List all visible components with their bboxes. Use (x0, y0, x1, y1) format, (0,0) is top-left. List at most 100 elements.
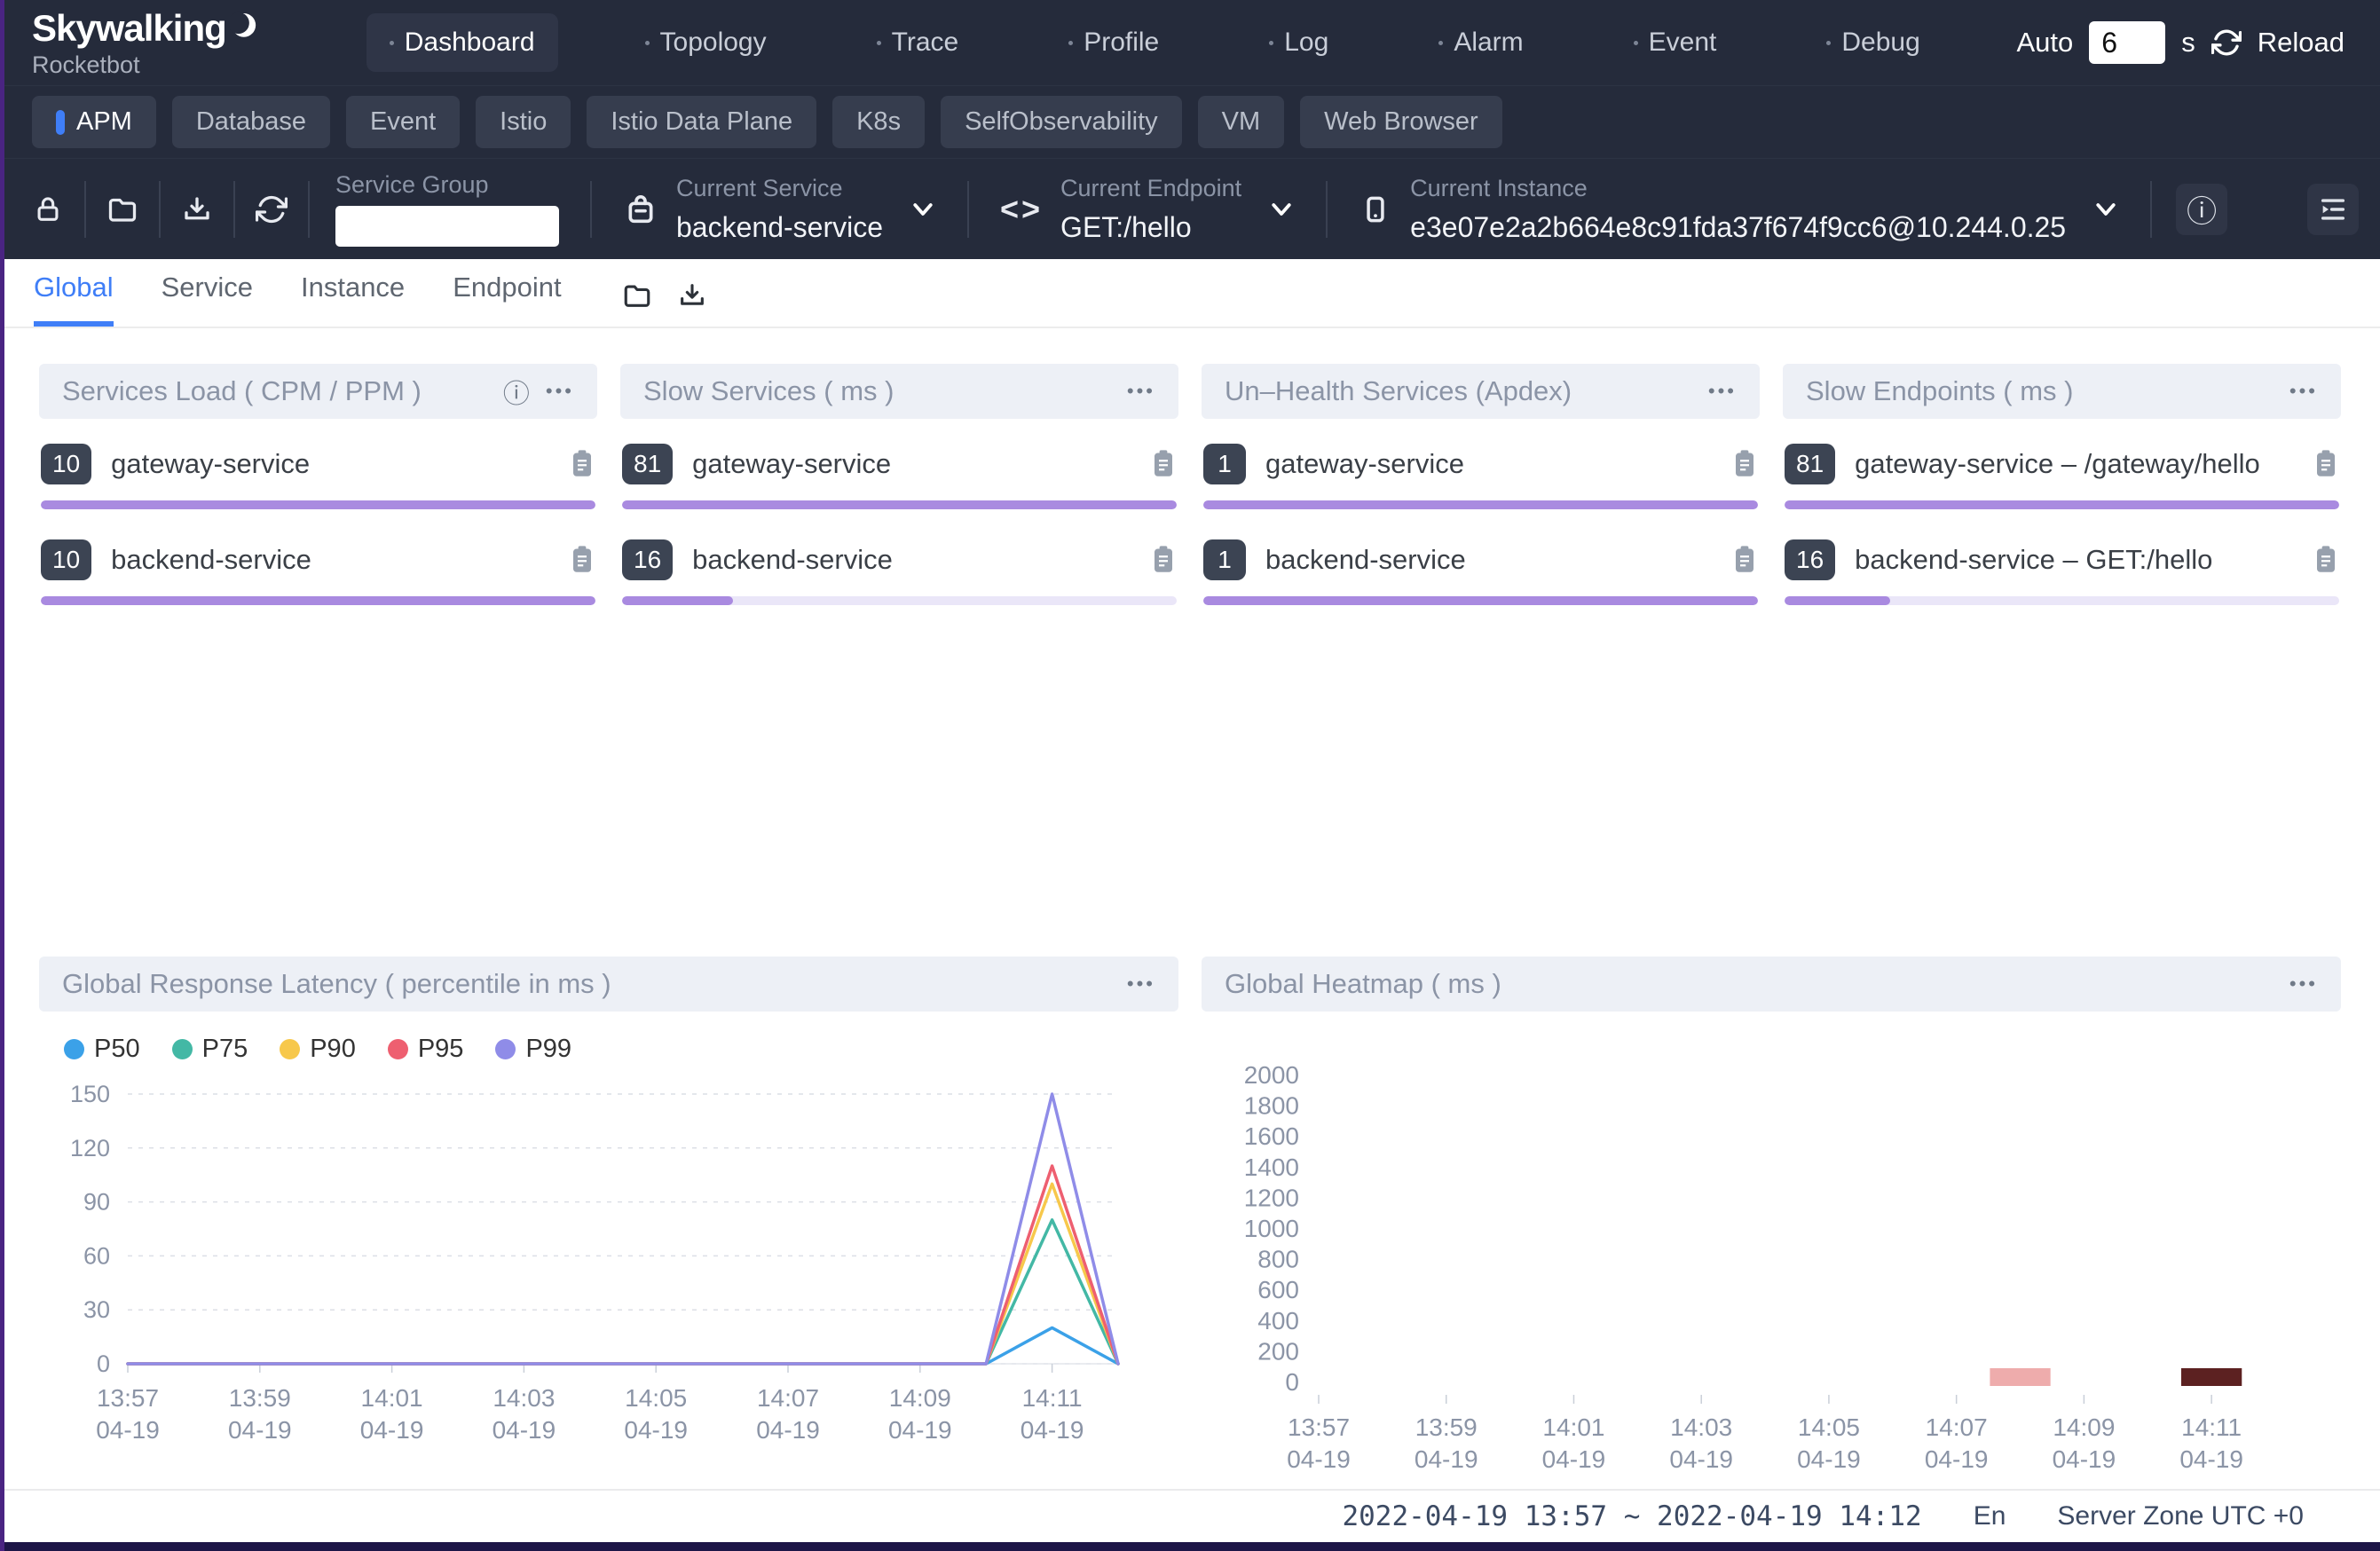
nav-item-alarm[interactable]: Alarm (1415, 13, 1546, 72)
copy-icon[interactable] (1731, 544, 1758, 576)
more-menu-icon[interactable]: ••• (2289, 972, 2318, 996)
metric-row[interactable]: 10 gateway-service (41, 444, 595, 509)
nav-dot (1068, 41, 1073, 45)
tab-istio-data-plane[interactable]: Istio Data Plane (587, 96, 816, 148)
metric-row[interactable]: 81 gateway-service – /gateway/hello (1785, 444, 2339, 509)
current-instance-label: Current Instance (1410, 175, 2066, 202)
divider (84, 181, 86, 238)
metric-row[interactable]: 1 backend-service (1203, 539, 1758, 605)
service-group-label: Service Group (335, 171, 559, 199)
info-icon[interactable]: ⓘ (2176, 184, 2227, 235)
info-icon[interactable]: ⓘ (503, 372, 530, 411)
tab-global[interactable]: Global (34, 272, 114, 327)
service-group-input[interactable] (335, 206, 559, 247)
left-edge-accent (0, 0, 4, 1551)
metric-bar (1785, 500, 2339, 509)
legend-item-p75[interactable]: P75 (172, 1035, 248, 1064)
metric-row[interactable]: 81 gateway-service (622, 444, 1177, 509)
metric-bar (1785, 596, 2339, 605)
copy-icon[interactable] (1150, 544, 1177, 576)
legend-item-p50[interactable]: P50 (64, 1035, 140, 1064)
tab-instance[interactable]: Instance (301, 272, 405, 327)
copy-icon[interactable] (569, 448, 595, 480)
tab-selfobservability[interactable]: SelfObservability (941, 96, 1182, 148)
metric-row[interactable]: 16 backend-service – GET:/hello (1785, 539, 2339, 605)
legend-item-p90[interactable]: P90 (280, 1035, 356, 1064)
tab-web-browser[interactable]: Web Browser (1300, 96, 1502, 148)
metric-row[interactable]: 16 backend-service (622, 539, 1177, 605)
nav-item-trace[interactable]: Trace (854, 13, 982, 72)
nav-item-event[interactable]: Event (1611, 13, 1740, 72)
tab-database[interactable]: Database (172, 96, 330, 148)
nav-item-topology[interactable]: Topology (622, 13, 790, 72)
copy-icon[interactable] (1150, 448, 1177, 480)
nav-item-profile[interactable]: Profile (1045, 13, 1182, 72)
chevron-down-icon[interactable] (910, 199, 936, 220)
divider (233, 181, 235, 238)
svg-text:04-19: 04-19 (493, 1416, 556, 1444)
svg-text:150: 150 (70, 1081, 110, 1107)
card-slow-services: Slow Services ( ms ) ••• 81 gateway-serv… (620, 364, 1178, 635)
chevron-down-icon[interactable] (1268, 199, 1295, 220)
more-menu-icon[interactable]: ••• (546, 380, 574, 403)
heatmap-chart[interactable]: 020040060080010001200140016001800200013:… (1202, 1012, 2341, 1486)
card-title: Slow Endpoints ( ms ) (1806, 375, 2074, 407)
value-badge: 81 (1785, 444, 1835, 484)
copy-icon[interactable] (2313, 448, 2339, 480)
svg-text:14:09: 14:09 (889, 1384, 951, 1412)
folder-icon[interactable] (94, 181, 151, 238)
legend-item-p99[interactable]: P99 (495, 1035, 571, 1064)
moon-icon (230, 11, 260, 46)
svg-text:04-19: 04-19 (1415, 1445, 1478, 1473)
svg-text:800: 800 (1257, 1246, 1299, 1273)
value-badge: 1 (1203, 444, 1246, 484)
current-endpoint-select[interactable]: <> Current Endpoint GET:/hello (977, 175, 1318, 244)
reload-button[interactable]: Reload (2258, 27, 2345, 59)
collapse-panel-icon[interactable] (2307, 184, 2359, 235)
reload-icon[interactable] (2211, 28, 2242, 58)
service-name: backend-service (692, 544, 1131, 576)
language-toggle[interactable]: En (1974, 1501, 2006, 1531)
folder-icon[interactable] (622, 280, 652, 311)
value-badge: 16 (622, 539, 673, 580)
server-zone[interactable]: Server Zone UTC +0 (2057, 1501, 2304, 1531)
download-icon[interactable] (677, 280, 707, 311)
latency-chart-card: Global Response Latency ( percentile in … (39, 957, 1178, 1486)
nav-item-dashboard[interactable]: Dashboard (366, 13, 558, 72)
service-box-icon (623, 192, 658, 227)
copy-icon[interactable] (1731, 448, 1758, 480)
metric-row[interactable]: 1 gateway-service (1203, 444, 1758, 509)
refresh-icon[interactable] (243, 181, 300, 238)
tab-apm[interactable]: APM (32, 96, 156, 148)
copy-icon[interactable] (2313, 544, 2339, 576)
tab-endpoint[interactable]: Endpoint (453, 272, 561, 327)
more-menu-icon[interactable]: ••• (1708, 380, 1737, 403)
metric-bar (41, 500, 595, 509)
svg-text:2000: 2000 (1244, 1061, 1299, 1089)
more-menu-icon[interactable]: ••• (1127, 972, 1155, 996)
charts-row: Global Response Latency ( percentile in … (39, 957, 2341, 1486)
service-name: gateway-service (692, 448, 1131, 480)
chevron-down-icon[interactable] (2092, 199, 2119, 220)
card-title: Un–Health Services (Apdex) (1225, 375, 1572, 407)
lock-icon[interactable] (20, 181, 76, 238)
auto-seconds-input[interactable] (2089, 21, 2165, 64)
current-service-select[interactable]: Current Service backend-service (600, 175, 959, 244)
nav-item-log[interactable]: Log (1246, 13, 1352, 72)
latency-chart[interactable]: 030609012015013:5704-1913:5904-1914:0104… (39, 1064, 1178, 1468)
copy-icon[interactable] (569, 544, 595, 576)
nav-item-debug[interactable]: Debug (1803, 13, 1943, 72)
current-instance-select[interactable]: Current Instance e3e07e2a2b664e8c91fda37… (1336, 175, 2142, 244)
tab-k8s[interactable]: K8s (832, 96, 925, 148)
metric-row[interactable]: 10 backend-service (41, 539, 595, 605)
legend-item-p95[interactable]: P95 (388, 1035, 464, 1064)
tab-istio[interactable]: Istio (476, 96, 571, 148)
tab-event[interactable]: Event (346, 96, 460, 148)
download-icon[interactable] (169, 181, 225, 238)
tab-service[interactable]: Service (162, 272, 253, 327)
svg-text:04-19: 04-19 (1669, 1445, 1733, 1473)
more-menu-icon[interactable]: ••• (1127, 380, 1155, 403)
tab-vm[interactable]: VM (1198, 96, 1285, 148)
time-range-picker[interactable]: 2022-04-19 13:57 ~ 2022-04-19 14:12 (1342, 1500, 1921, 1532)
more-menu-icon[interactable]: ••• (2289, 380, 2318, 403)
